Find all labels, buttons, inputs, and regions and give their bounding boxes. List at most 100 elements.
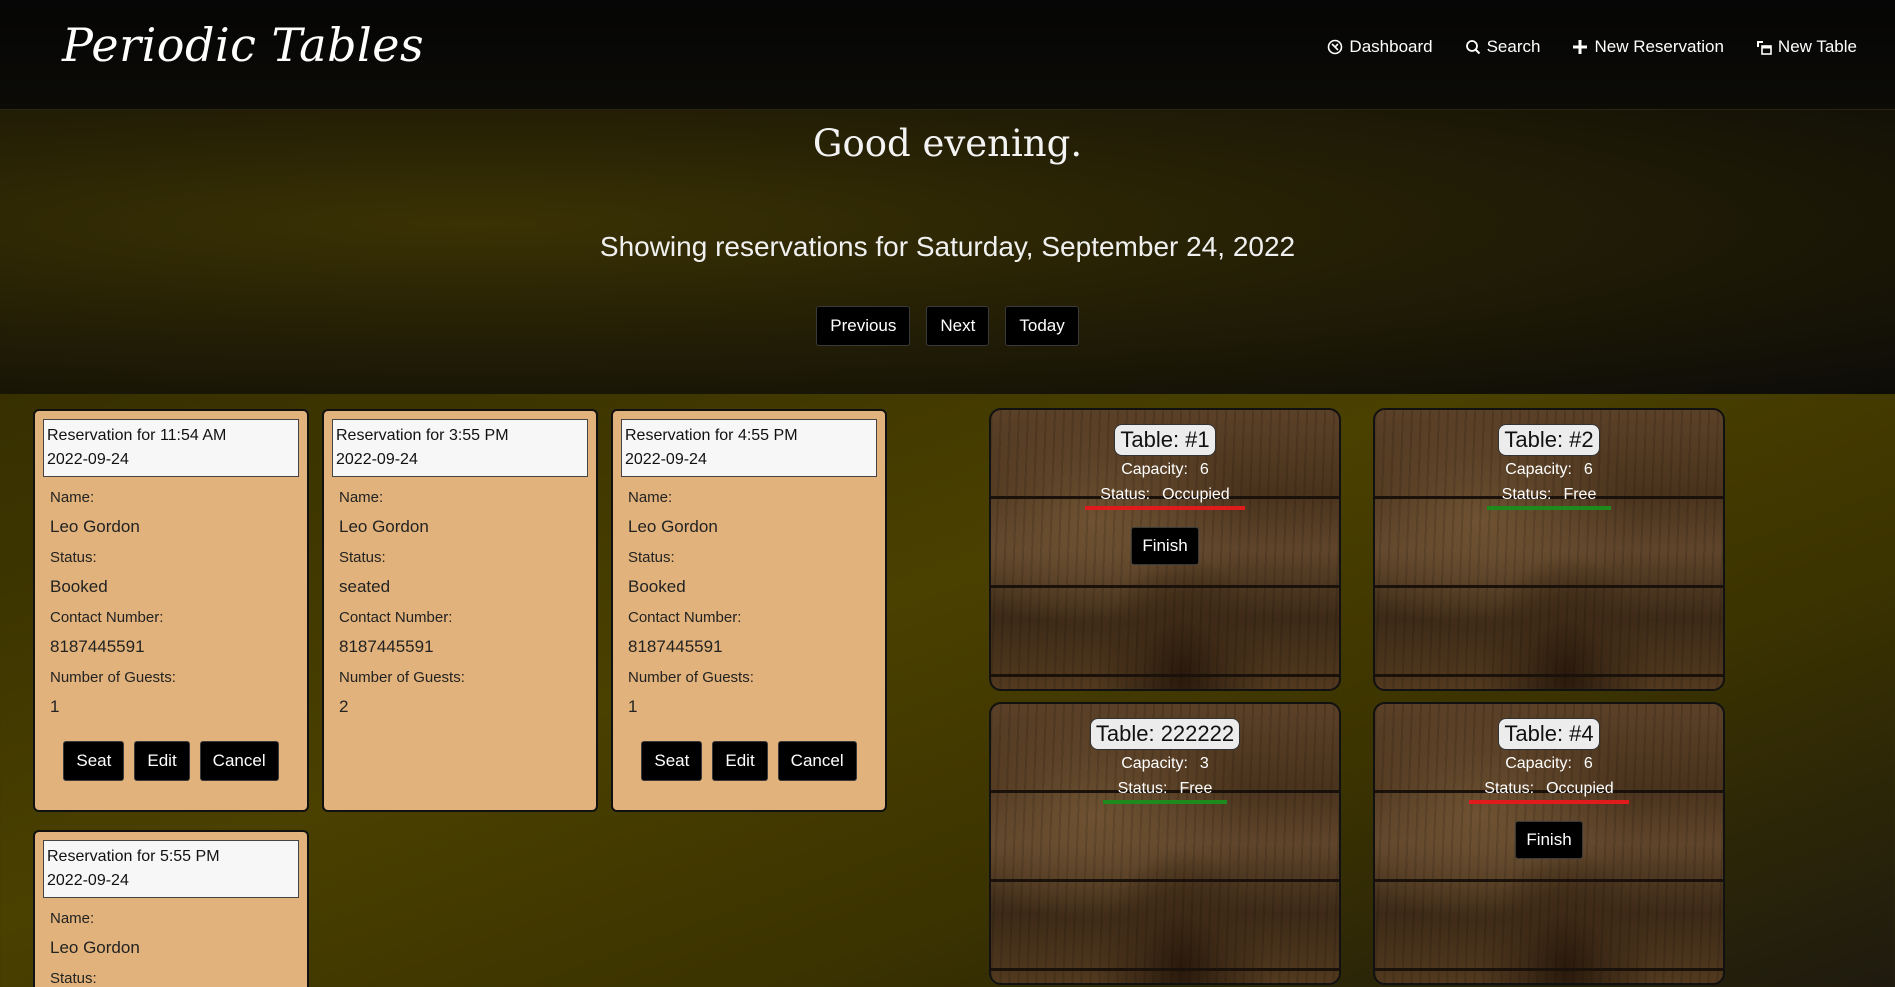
table-status-row: Status: Free — [1486, 486, 1612, 510]
today-button[interactable]: Today — [1005, 306, 1079, 346]
name-label: Name: — [50, 910, 95, 927]
table-content: Table: #1 Capacity: 6 Status: Occupied F… — [991, 424, 1339, 565]
guests-value: 1 — [628, 697, 638, 716]
nav-links: Dashboard Search New Reservation New Tab… — [1326, 37, 1857, 57]
contact-label: Contact Number: — [339, 609, 453, 626]
nav-new-reservation[interactable]: New Reservation — [1571, 37, 1724, 57]
table-status-row: Status: Occupied — [1469, 780, 1629, 804]
nav-dashboard[interactable]: Dashboard — [1326, 37, 1433, 57]
table-status-row: Status: Free — [1102, 780, 1228, 804]
contact-label: Contact Number: — [50, 609, 164, 626]
reservation-body: Name: Leo Gordon Status: — [35, 898, 307, 987]
table-title: Table: #2 — [1498, 424, 1600, 456]
capacity-row: Capacity: 6 — [1505, 461, 1593, 481]
edit-button[interactable]: Edit — [134, 741, 190, 781]
date-navigation: Previous Next Today — [0, 306, 1895, 346]
table-status-label: Status: — [1501, 486, 1552, 503]
capacity-row: Capacity: 6 — [1121, 461, 1209, 481]
table-card: Table: #4 Capacity: 6 Status: Occupied F… — [1373, 702, 1725, 985]
reservation-body: Name: Leo Gordon Status: Booked Contact … — [613, 477, 885, 781]
guests-label: Number of Guests: — [628, 669, 754, 686]
search-icon — [1464, 38, 1482, 56]
guests-label: Number of Guests: — [50, 669, 176, 686]
name-value: Leo Gordon — [339, 517, 429, 536]
capacity-label: Capacity: — [1505, 755, 1572, 772]
plus-icon — [1571, 38, 1589, 56]
table-card: Table: #1 Capacity: 6 Status: Occupied F… — [989, 408, 1341, 691]
guests-value: 1 — [50, 697, 60, 716]
name-value: Leo Gordon — [50, 938, 140, 957]
table-title: Table: 222222 — [1089, 718, 1241, 750]
hero-section: Good evening. Showing reservations for S… — [0, 110, 1895, 394]
table-status-label: Status: — [1484, 780, 1535, 797]
reservation-header: Reservation for 11:54 AM 2022-09-24 — [43, 419, 299, 477]
capacity-value: 6 — [1199, 461, 1209, 478]
status-value: seated — [339, 577, 391, 596]
status-value: Booked — [50, 577, 108, 596]
name-label: Name: — [628, 489, 673, 506]
capacity-row: Capacity: 3 — [1121, 755, 1209, 775]
table-title: Table: #1 — [1114, 424, 1216, 456]
brand-logo[interactable]: Periodic Tables — [62, 18, 424, 72]
nav-new-table[interactable]: New Table — [1755, 37, 1857, 57]
nav-new-table-label: New Table — [1777, 37, 1857, 56]
reservation-title: Reservation for 4:55 PM — [625, 427, 798, 444]
cancel-button[interactable]: Cancel — [777, 741, 857, 781]
nav-search[interactable]: Search — [1464, 37, 1541, 57]
nav-search-label: Search — [1486, 37, 1541, 56]
contact-value: 8187445591 — [628, 637, 723, 656]
name-value: Leo Gordon — [628, 517, 718, 536]
reservation-date: 2022-09-24 — [47, 872, 129, 889]
reservation-title: Reservation for 5:55 PM — [47, 848, 220, 865]
reservation-date: 2022-09-24 — [336, 451, 418, 468]
previous-button[interactable]: Previous — [816, 306, 911, 346]
navbar: Periodic Tables Dashboard Search New Res… — [0, 0, 1895, 110]
reservation-date: 2022-09-24 — [47, 451, 129, 468]
contact-value: 8187445591 — [50, 637, 145, 656]
reservation-card: Reservation for 4:55 PM 2022-09-24 Name:… — [611, 409, 887, 812]
reservation-title: Reservation for 11:54 AM — [47, 427, 227, 444]
capacity-label: Capacity: — [1121, 755, 1188, 772]
table-status-label: Status: — [1117, 780, 1168, 797]
reservation-body: Name: Leo Gordon Status: Booked Contact … — [35, 477, 307, 781]
next-button[interactable]: Next — [926, 306, 990, 346]
table-status-value: Occupied — [1546, 780, 1614, 797]
table-card: Table: 222222 Capacity: 3 Status: Free — [989, 702, 1341, 985]
reservation-header: Reservation for 5:55 PM 2022-09-24 — [43, 840, 299, 898]
capacity-value: 3 — [1199, 755, 1209, 772]
status-label: Status: — [50, 970, 97, 987]
contact-value: 8187445591 — [339, 637, 434, 656]
showing-date-heading: Showing reservations for Saturday, Septe… — [599, 231, 1296, 262]
reservation-card: Reservation for 3:55 PM 2022-09-24 Name:… — [322, 409, 598, 812]
table-status-row: Status: Occupied — [1085, 486, 1245, 510]
table-status-value: Occupied — [1162, 486, 1230, 503]
status-label: Status: — [50, 549, 97, 566]
cancel-button[interactable]: Cancel — [199, 741, 279, 781]
table-title: Table: #4 — [1498, 718, 1600, 750]
dashboard-icon — [1326, 38, 1344, 56]
seat-button[interactable]: Seat — [641, 741, 703, 781]
name-value: Leo Gordon — [50, 517, 140, 536]
table-status-value: Free — [1179, 780, 1213, 797]
table-content: Table: #4 Capacity: 6 Status: Occupied F… — [1375, 718, 1723, 859]
edit-button[interactable]: Edit — [712, 741, 768, 781]
capacity-value: 6 — [1583, 461, 1593, 478]
status-label: Status: — [628, 549, 675, 566]
contact-label: Contact Number: — [628, 609, 742, 626]
capacity-label: Capacity: — [1121, 461, 1188, 478]
seat-button[interactable]: Seat — [63, 741, 125, 781]
reservation-actions: Seat Edit Cancel — [628, 741, 870, 781]
finish-button[interactable]: Finish — [1515, 821, 1583, 859]
table-content: Table: #2 Capacity: 6 Status: Free — [1375, 424, 1723, 510]
name-label: Name: — [339, 489, 384, 506]
new-table-icon — [1755, 38, 1773, 56]
reservation-body: Name: Leo Gordon Status: seated Contact … — [324, 477, 596, 717]
greeting-heading: Good evening. — [812, 122, 1083, 165]
finish-button[interactable]: Finish — [1131, 527, 1199, 565]
nav-dashboard-label: Dashboard — [1349, 37, 1433, 56]
table-status-value: Free — [1563, 486, 1597, 503]
reservation-card: Reservation for 5:55 PM 2022-09-24 Name:… — [33, 830, 309, 987]
capacity-value: 6 — [1583, 755, 1593, 772]
table-card: Table: #2 Capacity: 6 Status: Free — [1373, 408, 1725, 691]
reservation-card: Reservation for 11:54 AM 2022-09-24 Name… — [33, 409, 309, 812]
